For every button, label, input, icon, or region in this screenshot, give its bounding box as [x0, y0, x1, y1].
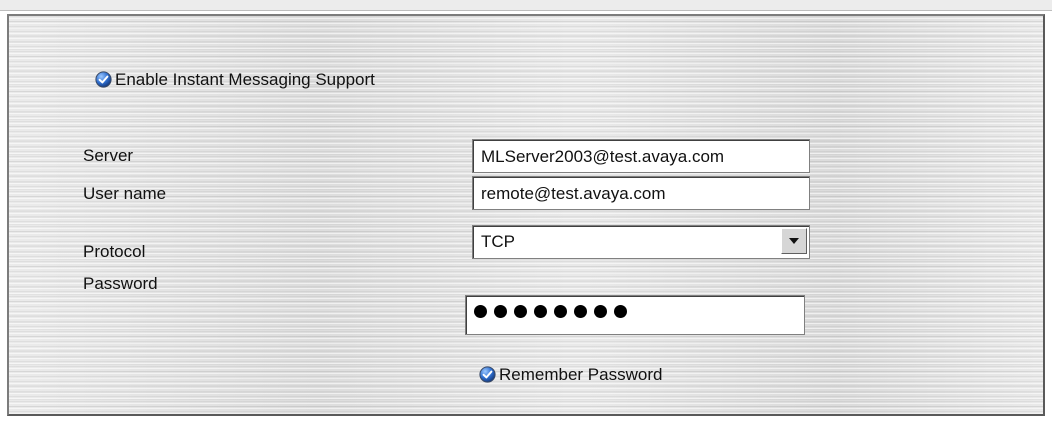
protocol-selected-value: TCP [481, 232, 515, 251]
enable-im-option[interactable]: Enable Instant Messaging Support [95, 68, 455, 92]
password-mask [474, 305, 627, 318]
remember-password-option[interactable]: Remember Password [479, 363, 739, 387]
password-mask-dot [574, 305, 587, 318]
checkmark-icon [95, 71, 112, 88]
server-label: Server [83, 146, 134, 165]
password-mask-dot [614, 305, 627, 318]
password-mask-dot [594, 305, 607, 318]
server-input[interactable]: MLServer2003@test.avaya.com [472, 139, 810, 173]
enable-im-label: Enable Instant Messaging Support [115, 70, 375, 89]
remember-password-label: Remember Password [499, 365, 663, 384]
cropped-top-strip [0, 0, 1052, 11]
password-label: Password [83, 274, 158, 293]
protocol-select[interactable]: TCP [472, 225, 810, 259]
password-mask-dot [534, 305, 547, 318]
chevron-down-icon [789, 238, 799, 244]
password-input[interactable] [465, 295, 805, 335]
password-mask-dot [494, 305, 507, 318]
checkmark-icon [479, 366, 496, 383]
protocol-label: Protocol [83, 242, 146, 261]
password-mask-dot [554, 305, 567, 318]
im-settings-panel: Enable Instant Messaging Support Server … [7, 14, 1045, 416]
username-input[interactable]: remote@test.avaya.com [472, 176, 810, 210]
protocol-dropdown-button[interactable] [781, 228, 807, 254]
username-label: User name [83, 184, 167, 203]
password-mask-dot [514, 305, 527, 318]
password-mask-dot [474, 305, 487, 318]
